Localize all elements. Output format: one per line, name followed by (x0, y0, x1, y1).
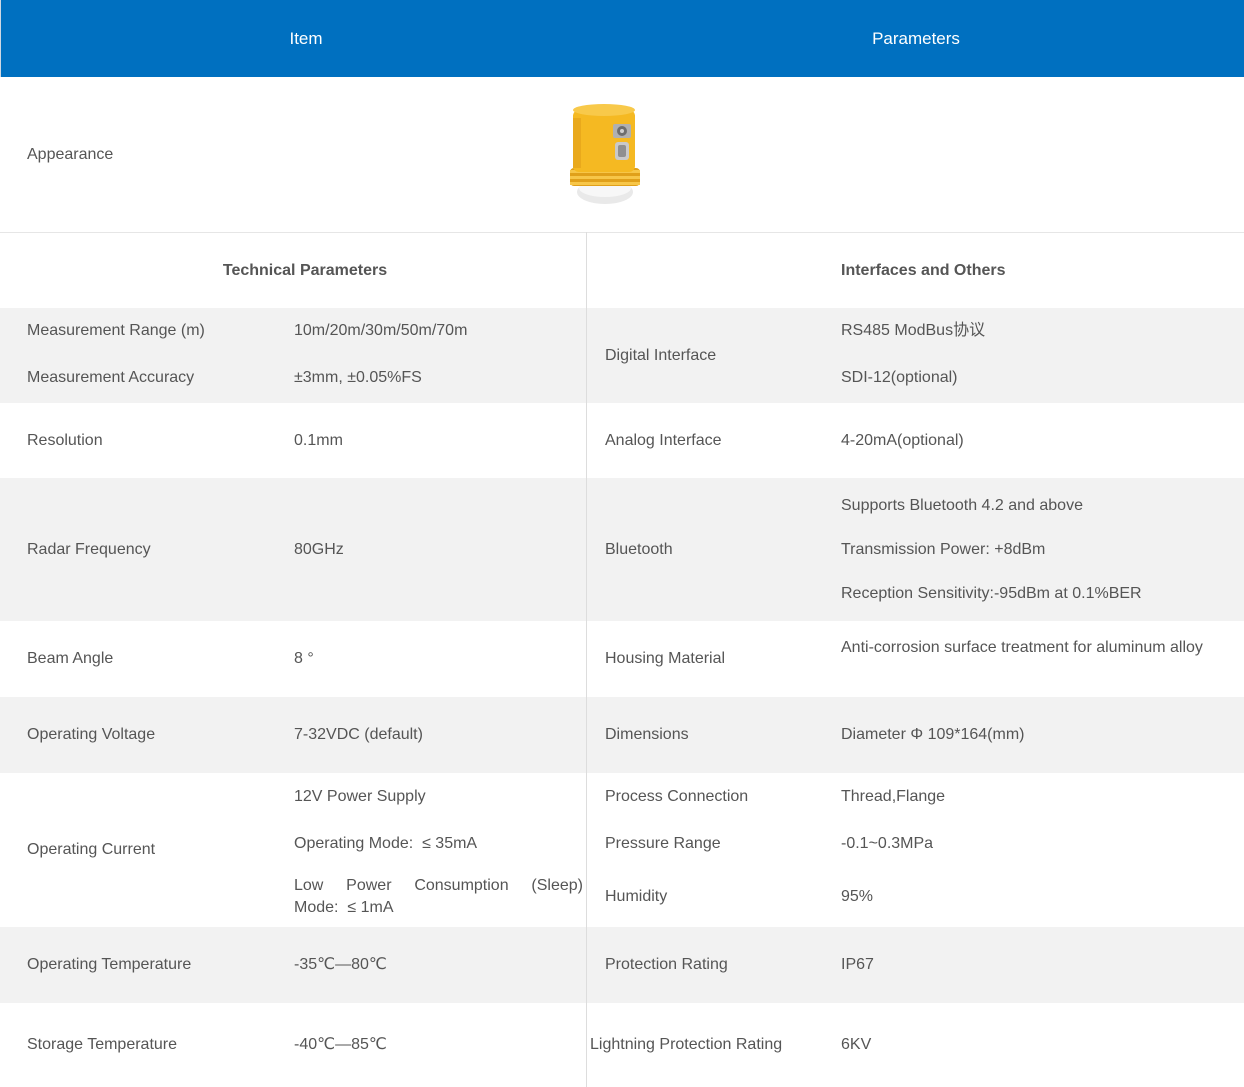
analog-interface-label: Analog Interface (605, 432, 722, 449)
storage-temperature-label: Storage Temperature (27, 1036, 178, 1053)
table-row: Operating Current 12V Power Supply Opera… (0, 773, 1244, 927)
appearance-label: Appearance (27, 145, 114, 163)
pressure-range-value: -0.1~0.3MPa (841, 835, 934, 852)
protection-rating-label: Protection Rating (605, 956, 728, 973)
bluetooth-label: Bluetooth (605, 541, 673, 558)
storage-temperature-value: -40℃—85℃ (294, 1036, 387, 1053)
digital-interface-label: Digital Interface (605, 347, 717, 364)
current-line: Mode: ≤ 1mA (294, 899, 394, 916)
resolution-value: 0.1mm (294, 432, 343, 449)
table-row: Operating Temperature -35℃—80℃ Protectio… (0, 927, 1244, 1003)
voltage-label: Operating Voltage (27, 726, 156, 743)
housing-label: Housing Material (605, 650, 726, 667)
current-label: Operating Current (27, 841, 156, 858)
section-headers: Technical Parameters Interfaces and Othe… (0, 233, 1244, 308)
pressure-range-label: Pressure Range (605, 835, 721, 852)
range-label: Measurement Range (m) (27, 322, 205, 339)
table-header: Item Parameters (0, 0, 1244, 77)
bluetooth-value: Supports Bluetooth 4.2 and above (841, 497, 1083, 514)
range-value: 10m/20m/30m/50m/70m (294, 322, 468, 339)
table-row: Radar Frequency 80GHz Bluetooth Supports… (0, 478, 1244, 621)
radar-level-sensor-icon (570, 104, 640, 204)
lightning-protection-value: 6KV (841, 1036, 872, 1053)
frequency-value: 80GHz (294, 541, 344, 558)
current-line: Low Power Consumption (Sleep) (294, 877, 583, 894)
table-row: Operating Voltage 7-32VDC (default) Dime… (0, 697, 1244, 773)
bluetooth-value: Reception Sensitivity:-95dBm at 0.1%BER (841, 585, 1142, 602)
dimensions-label: Dimensions (605, 726, 689, 743)
analog-interface-value: 4-20mA(optional) (841, 432, 964, 449)
table-row: Storage Temperature -40℃—85℃ Lightning P… (0, 1003, 1244, 1087)
operating-temperature-label: Operating Temperature (27, 956, 192, 973)
accuracy-value: ±3mm, ±0.05%FS (294, 369, 422, 386)
table-row: Beam Angle 8 ° Housing Material Anti-cor… (0, 621, 1244, 697)
accuracy-label: Measurement Accuracy (27, 369, 195, 386)
process-connection-label: Process Connection (605, 788, 749, 805)
dimensions-value: Diameter Φ 109*164(mm) (841, 726, 1025, 743)
housing-value: Anti-corrosion surface treatment for alu… (841, 639, 1203, 656)
digital-interface-value: SDI-12(optional) (841, 369, 958, 386)
header-item: Item (289, 28, 323, 48)
beam-angle-value: 8 ° (294, 650, 314, 667)
lightning-protection-label: Lightning Protection Rating (590, 1036, 783, 1053)
header-parameters: Parameters (872, 28, 960, 48)
operating-temperature-value: -35℃—80℃ (294, 956, 387, 973)
table-row: Resolution 0.1mm Analog Interface 4-20mA… (0, 403, 1244, 478)
current-line: Operating Mode: ≤ 35mA (294, 835, 478, 852)
resolution-label: Resolution (27, 432, 103, 449)
process-connection-value: Thread,Flange (841, 788, 946, 805)
table-row: Measurement Range (m) 10m/20m/30m/50m/70… (0, 308, 1244, 403)
protection-rating-value: IP67 (841, 956, 874, 973)
frequency-label: Radar Frequency (27, 541, 151, 558)
current-line: 12V Power Supply (294, 788, 426, 805)
digital-interface-value: RS485 ModBus协议 (841, 322, 986, 339)
humidity-value: 95% (841, 888, 874, 905)
voltage-value: 7-32VDC (default) (294, 726, 423, 743)
section-interfaces-others: Interfaces and Others (841, 261, 1006, 279)
section-technical-parameters: Technical Parameters (222, 261, 388, 279)
humidity-label: Humidity (605, 888, 668, 905)
beam-angle-label: Beam Angle (27, 650, 114, 667)
bluetooth-value: Transmission Power: +8dBm (841, 541, 1046, 558)
column-divider (586, 232, 587, 1087)
